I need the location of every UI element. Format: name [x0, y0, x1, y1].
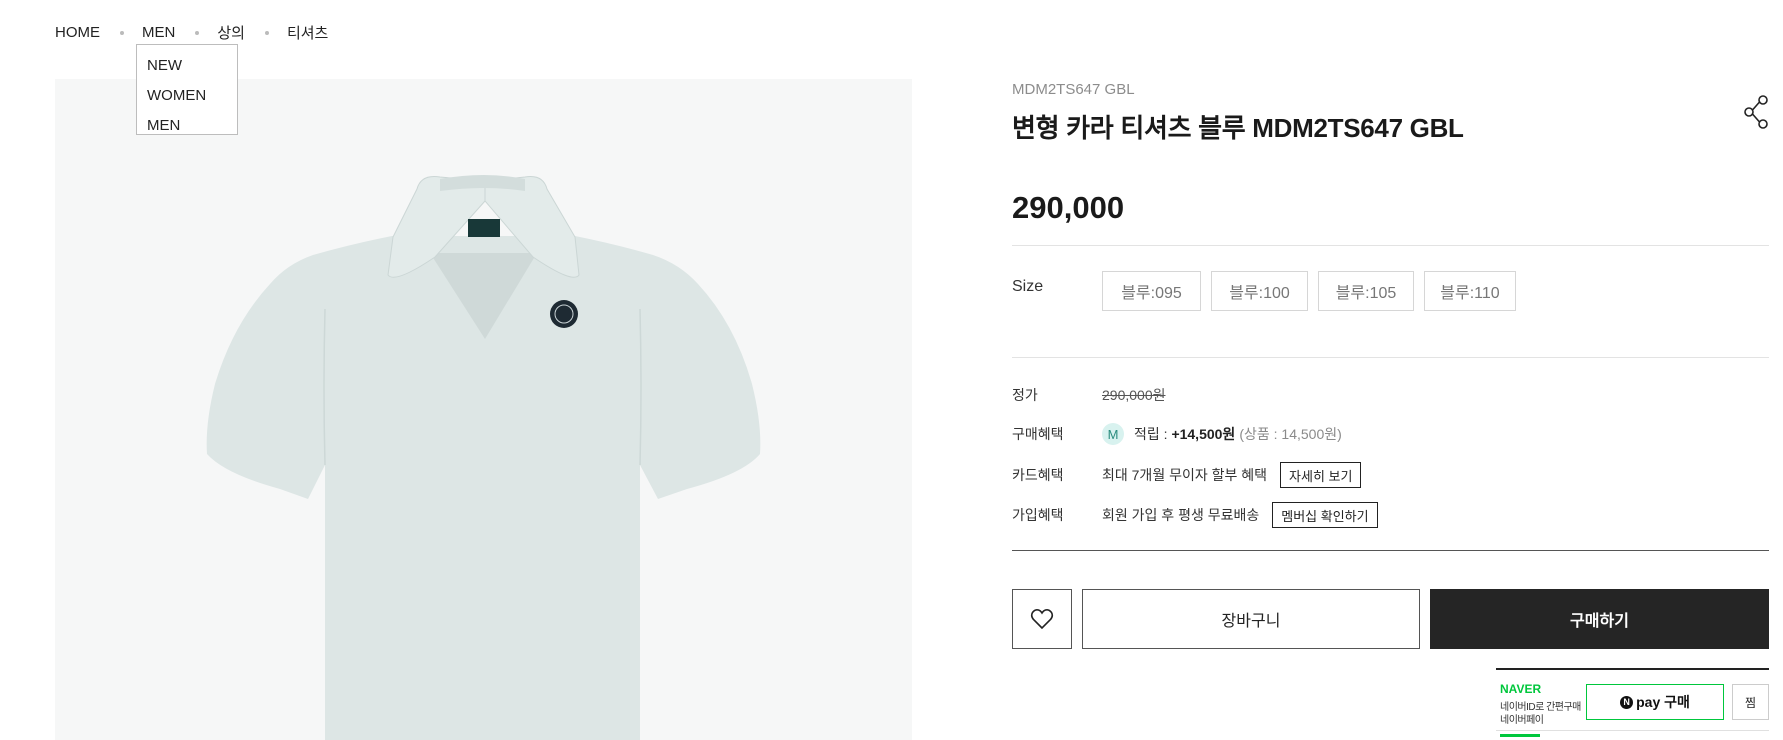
polo-shirt-illustration: [206, 175, 761, 740]
naver-pay-buy-button[interactable]: N pay 구매: [1586, 684, 1724, 720]
category-dropdown-menu: NEW WOMEN MEN: [136, 44, 238, 135]
list-price-label: 정가: [1012, 387, 1038, 403]
share-icon[interactable]: [1743, 95, 1769, 129]
card-benefit-text: 최대 7개월 무이자 할부 혜택: [1102, 467, 1268, 483]
product-image[interactable]: [55, 79, 912, 740]
product-info: MDM2TS647 GBL 변형 카라 티셔츠 블루 MDM2TS647 GBL…: [1012, 0, 1769, 740]
breadcrumb-separator: [195, 30, 200, 35]
dropdown-item-men[interactable]: MEN: [137, 111, 237, 141]
size-option-095[interactable]: 블루:095: [1102, 271, 1201, 311]
purchase-benefit-label: 구매혜택: [1012, 426, 1064, 442]
buy-now-button[interactable]: 구매하기: [1430, 589, 1769, 649]
join-benefit-text: 회원 가입 후 평생 무료배송: [1102, 507, 1260, 523]
divider: [1012, 550, 1769, 551]
product-code: MDM2TS647 GBL: [1012, 81, 1135, 98]
size-label: Size: [1012, 278, 1044, 295]
breadcrumb-home[interactable]: HOME: [55, 24, 100, 41]
naver-pay-widget: NAVER 네이버ID로 간편구매 네이버페이 N pay 구매 찜: [1496, 668, 1769, 740]
divider: [1012, 245, 1769, 246]
breadcrumb-separator: [120, 30, 124, 35]
size-option-110[interactable]: 블루:110: [1424, 271, 1516, 311]
points-prefix: 적립 :: [1134, 426, 1168, 442]
size-option-105[interactable]: 블루:105: [1318, 271, 1414, 311]
dropdown-item-women[interactable]: WOMEN: [137, 81, 237, 111]
divider: [1012, 357, 1769, 358]
card-benefit-row: 카드혜택 최대 7개월 무이자 할부 혜택 자세히 보기: [1012, 462, 1362, 488]
size-option-100[interactable]: 블루:100: [1211, 271, 1308, 311]
wishlist-button[interactable]: [1012, 589, 1072, 649]
heart-icon: [1030, 608, 1054, 630]
naver-pay-buy-label: pay 구매: [1636, 694, 1690, 710]
naver-pay-footer: [1500, 734, 1725, 740]
product-price: 290,000: [1012, 190, 1125, 225]
membership-check-button[interactable]: 멤버십 확인하기: [1272, 502, 1378, 528]
breadcrumb-tops[interactable]: 상의: [217, 22, 245, 43]
naver-zzim-button[interactable]: 찜: [1732, 684, 1769, 720]
dropdown-item-new[interactable]: NEW: [137, 51, 237, 81]
naver-pay-desc-2: 네이버페이: [1500, 715, 1544, 726]
join-benefit-row: 가입혜택 회원 가입 후 평생 무료배송 멤버십 확인하기: [1012, 502, 1378, 528]
naver-brand-label: NAVER: [1500, 682, 1542, 696]
naver-n-icon: N: [1620, 695, 1634, 709]
divider: [1496, 730, 1769, 731]
points-value: +14,500원: [1171, 426, 1236, 442]
breadcrumb-men[interactable]: MEN: [142, 24, 175, 41]
card-benefit-details-button[interactable]: 자세히 보기: [1280, 462, 1362, 488]
card-benefit-label: 카드혜택: [1012, 467, 1064, 483]
breadcrumb: HOME MEN 상의 티셔츠: [55, 22, 328, 43]
breadcrumb-separator: [264, 30, 269, 35]
list-price-value: 290,000원: [1102, 387, 1166, 403]
add-to-cart-button[interactable]: 장바구니: [1082, 589, 1420, 649]
breadcrumb-tshirts[interactable]: 티셔츠: [287, 22, 328, 43]
product-title: 변형 카라 티셔츠 블루 MDM2TS647 GBL: [1012, 113, 1464, 143]
list-price-row: 정가 290,000원: [1012, 385, 1166, 405]
size-options: 블루:095 블루:100 블루:105 블루:110: [1102, 271, 1526, 311]
join-benefit-label: 가입혜택: [1012, 507, 1064, 523]
purchase-benefit-row: 구매혜택 M 적립 : +14,500원 (상품 : 14,500원): [1012, 423, 1342, 445]
points-detail: (상품 : 14,500원): [1239, 426, 1342, 442]
member-badge: M: [1102, 423, 1124, 445]
